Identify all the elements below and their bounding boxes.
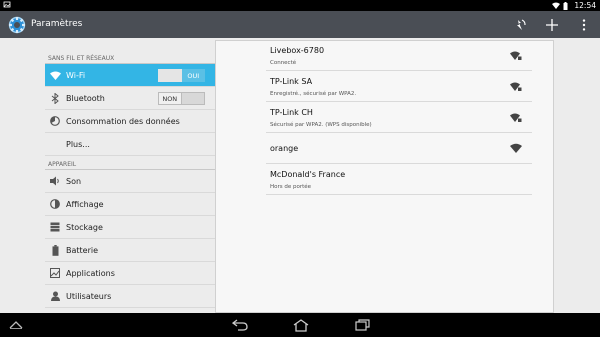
wifi-status-icon	[552, 2, 561, 9]
wps-button[interactable]	[504, 11, 536, 38]
network-name: TP-Link CH	[270, 108, 313, 117]
bluetooth-icon	[46, 92, 64, 104]
sidebar-item-bluetooth[interactable]: Bluetooth NON	[45, 87, 215, 110]
section-header-device: APPAREIL	[45, 156, 215, 170]
wifi-signal-locked-icon	[510, 51, 522, 60]
wifi-icon	[46, 71, 64, 80]
settings-sidebar: SANS FIL ET RÉSEAUX Wi-Fi OUI Bluetooth …	[45, 50, 215, 313]
wifi-network-list: Livebox-6780 Connecté TP-Link SA Enregis…	[215, 40, 554, 313]
network-name: Livebox-6780	[270, 46, 325, 55]
recent-apps-icon	[354, 319, 370, 331]
add-network-button[interactable]	[536, 11, 568, 38]
sidebar-item-wifi[interactable]: Wi-Fi OUI	[45, 64, 215, 87]
toggle-label: NON	[158, 92, 182, 105]
network-status: Enregistré., sécurisé par WPA2.	[270, 91, 357, 97]
battery-status-icon	[563, 2, 570, 10]
sidebar-item-data-usage[interactable]: Consommation des données	[45, 110, 215, 133]
collapse-button[interactable]	[8, 318, 24, 332]
sidebar-item-storage[interactable]: Stockage	[45, 216, 215, 239]
notification-icon	[3, 1, 11, 11]
network-item[interactable]: Livebox-6780 Connecté	[266, 41, 532, 71]
network-item[interactable]: TP-Link CH Sécurisé par WPA2. (WPS dispo…	[266, 103, 532, 133]
network-name: TP-Link SA	[270, 77, 313, 86]
sidebar-item-label: Affichage	[66, 199, 104, 209]
apps-icon	[46, 268, 64, 278]
sidebar-item-battery[interactable]: Batterie	[45, 239, 215, 262]
network-status: Hors de portée	[270, 184, 312, 190]
network-status: Sécurisé par WPA2. (WPS disponible)	[270, 122, 372, 128]
bluetooth-toggle[interactable]: NON	[158, 92, 205, 105]
sidebar-item-label: Plus...	[66, 139, 90, 149]
wps-icon	[517, 18, 526, 30]
page-title: Paramètres	[31, 19, 83, 29]
sidebar-item-label: Stockage	[66, 222, 103, 232]
network-name: orange	[270, 144, 299, 153]
sidebar-item-label: Bluetooth	[66, 93, 105, 103]
data-usage-icon	[46, 116, 64, 126]
chevron-up-icon	[9, 321, 23, 329]
status-bar: 12:54	[0, 0, 600, 11]
home-icon	[293, 318, 309, 332]
network-status: Connecté	[270, 60, 297, 66]
wifi-toggle[interactable]: OUI	[158, 69, 205, 82]
brightness-icon	[46, 199, 64, 209]
clock: 12:54	[574, 1, 596, 10]
sidebar-item-more[interactable]: Plus...	[45, 133, 215, 156]
wifi-signal-icon	[510, 143, 522, 153]
settings-content: SANS FIL ET RÉSEAUX Wi-Fi OUI Bluetooth …	[0, 38, 600, 313]
sidebar-item-sound[interactable]: Son	[45, 170, 215, 193]
action-bar: Paramètres	[0, 11, 600, 38]
sidebar-item-label: Utilisateurs	[66, 291, 112, 301]
plus-icon	[546, 18, 558, 31]
back-icon	[232, 319, 248, 331]
sidebar-item-label: Consommation des données	[66, 116, 180, 126]
back-button[interactable]	[230, 318, 250, 332]
sidebar-item-users[interactable]: Utilisateurs	[45, 285, 215, 308]
user-icon	[46, 291, 64, 301]
navigation-bar	[0, 313, 600, 337]
battery-icon	[46, 244, 64, 256]
sidebar-item-label: Applications	[66, 268, 115, 278]
wifi-signal-locked-icon	[510, 113, 522, 122]
section-header-wireless: SANS FIL ET RÉSEAUX	[45, 50, 215, 64]
network-item[interactable]: McDonald's France Hors de portée	[266, 165, 532, 195]
settings-gear-icon[interactable]	[7, 15, 27, 35]
network-name: McDonald's France	[270, 170, 346, 179]
home-button[interactable]	[291, 318, 311, 332]
sidebar-item-label: Son	[66, 176, 82, 186]
wifi-signal-locked-icon	[510, 82, 522, 91]
storage-icon	[46, 222, 64, 232]
toggle-label: OUI	[181, 69, 205, 82]
more-vert-icon	[582, 18, 586, 31]
sidebar-item-label: Wi-Fi	[66, 70, 86, 80]
network-item[interactable]: TP-Link SA Enregistré., sécurisé par WPA…	[266, 72, 532, 102]
sidebar-item-label: Batterie	[66, 245, 99, 255]
overflow-menu-button[interactable]	[568, 11, 600, 38]
sidebar-item-display[interactable]: Affichage	[45, 193, 215, 216]
sidebar-item-apps[interactable]: Applications	[45, 262, 215, 285]
volume-icon	[46, 176, 64, 186]
recent-apps-button[interactable]	[352, 318, 372, 332]
network-item[interactable]: orange	[266, 134, 532, 164]
